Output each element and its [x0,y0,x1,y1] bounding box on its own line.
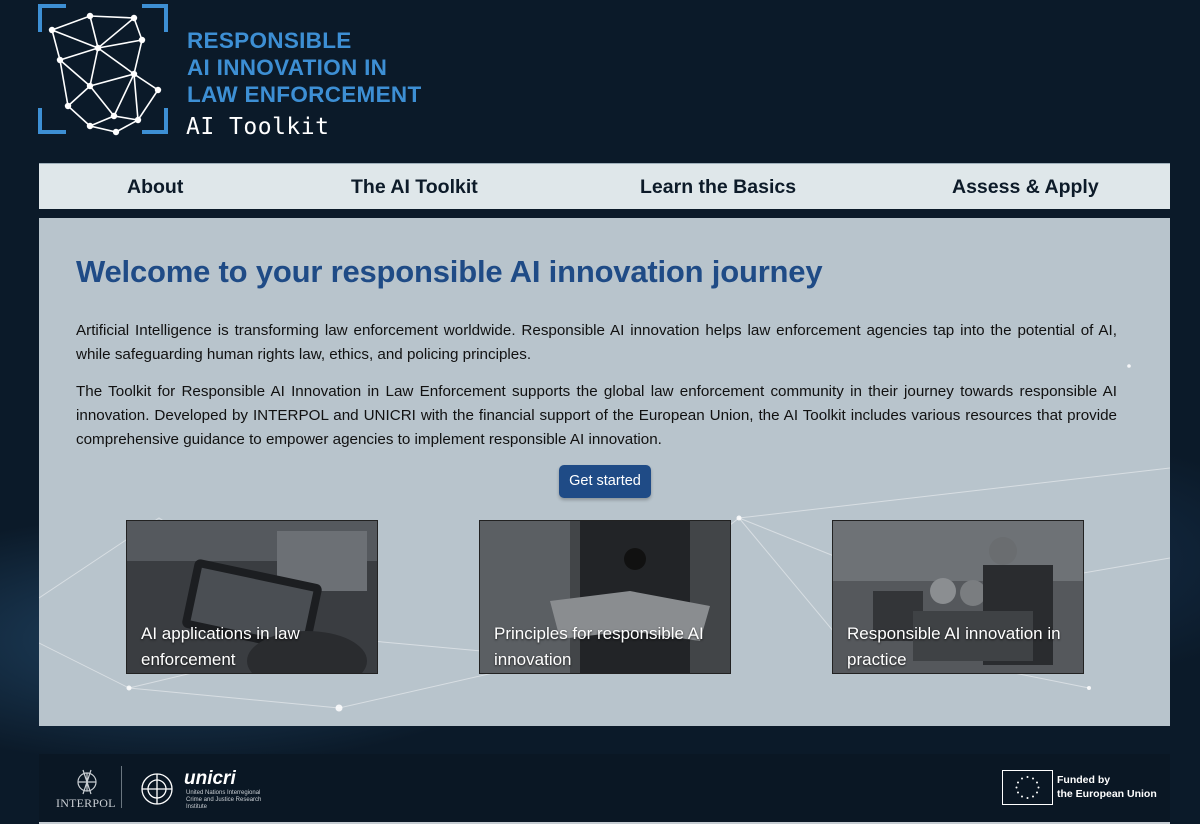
site-subtitle[interactable]: AI Toolkit [186,114,329,140]
nav-item-ai-toolkit[interactable]: The AI Toolkit [351,164,478,210]
nav-item-about[interactable]: About [127,164,183,210]
network-logo-icon [38,4,170,138]
page-title: Welcome to your responsible AI innovatio… [76,254,823,289]
unicri-subtitle: United Nations Interregional Crime and J… [186,790,262,810]
welcome-panel: Welcome to your responsible AI innovatio… [39,218,1170,726]
eu-funding-label: Funded by the European Union [1057,774,1157,800]
footer: INTERPOL unicri United Nations Interregi… [39,754,1170,824]
nav-item-learn-basics[interactable]: Learn the Basics [640,164,796,210]
toolkit-paragraph: The Toolkit for Responsible AI Innovatio… [76,383,1117,448]
footer-divider [121,766,122,808]
card-ai-applications[interactable]: AI applications in law enforcement [126,520,378,674]
nav-item-assess-apply[interactable]: Assess & Apply [952,164,1099,210]
card-principles[interactable]: Principles for responsible AI innovation [479,520,731,674]
eu-flag-icon[interactable] [1002,770,1053,805]
intro-paragraph: Artificial Intelligence is transforming … [76,322,1117,363]
unicri-logo-text[interactable]: unicri [184,768,236,790]
card-label: AI applications in law enforcement [141,624,300,669]
get-started-button[interactable]: Get started [559,465,651,498]
card-label: Principles for responsible AI innovation [494,624,704,669]
un-emblem-icon[interactable] [139,771,175,807]
card-label: Responsible AI innovation in practice [847,624,1061,669]
card-practice[interactable]: Responsible AI innovation in practice [832,520,1084,674]
site-title[interactable]: RESPONSIBLE AI INNOVATION IN LAW ENFORCE… [187,27,422,108]
main-nav: About The AI Toolkit Learn the Basics As… [39,163,1170,209]
interpol-label: INTERPOL [56,796,116,810]
